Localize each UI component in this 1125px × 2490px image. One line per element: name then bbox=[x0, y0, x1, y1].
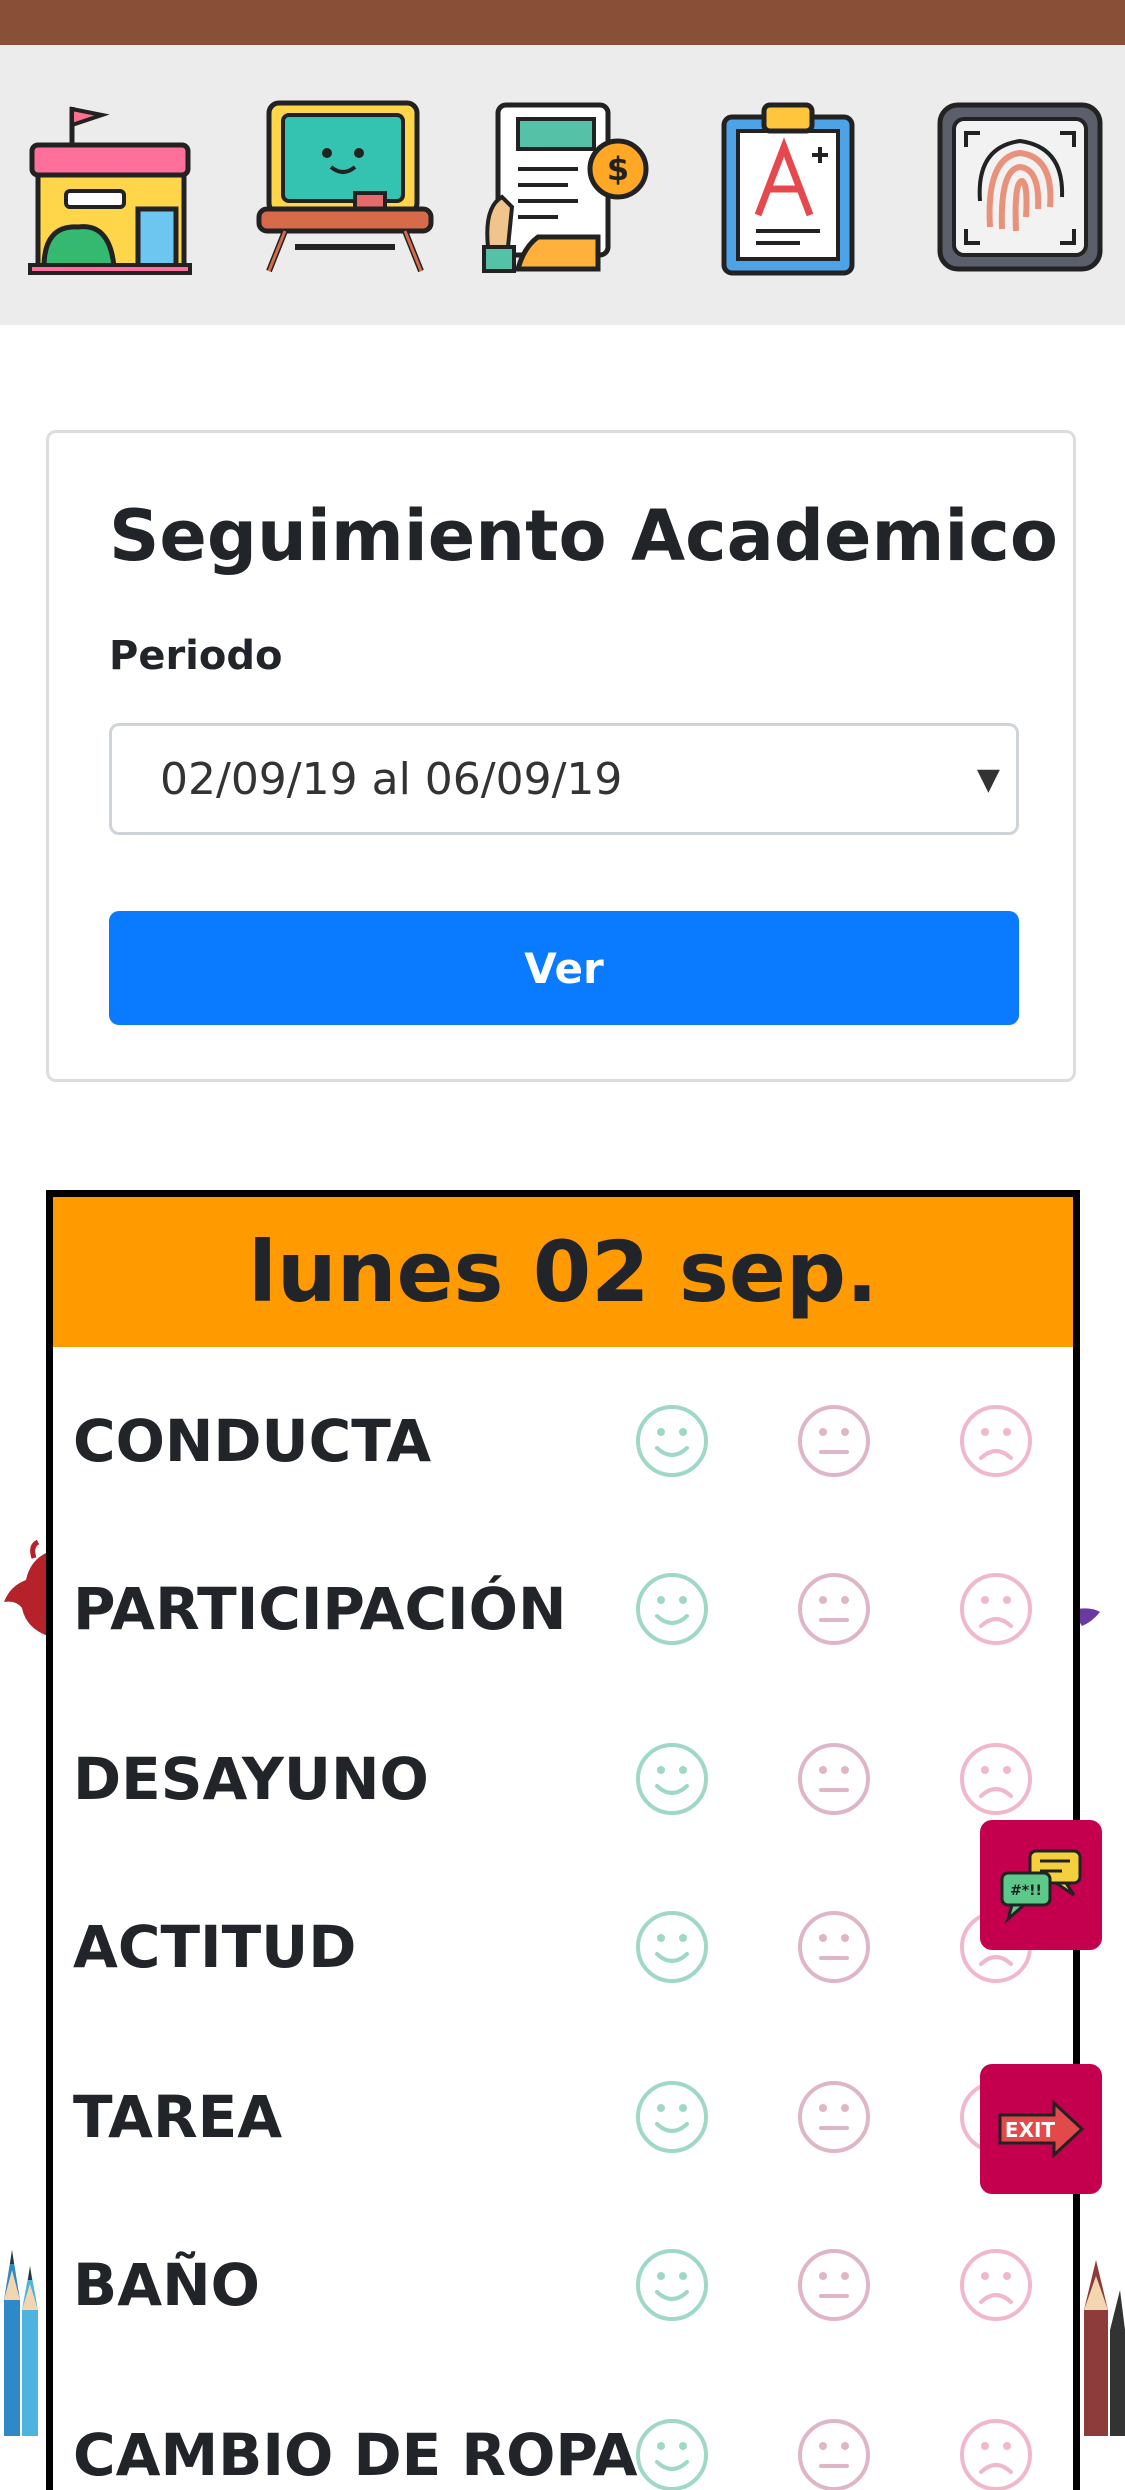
pencils-icon bbox=[1084, 2260, 1125, 2436]
grade-report-icon[interactable] bbox=[700, 97, 880, 277]
neutral-face-icon[interactable] bbox=[797, 1404, 871, 1478]
classroom-desk-icon[interactable] bbox=[255, 97, 435, 277]
svg-text:$: $ bbox=[607, 150, 629, 188]
svg-text:EXIT: EXIT bbox=[1005, 2118, 1056, 2142]
behavior-label: BAÑO bbox=[73, 2251, 260, 2319]
behavior-row: DESAYUNO bbox=[53, 1695, 1073, 1863]
behavior-label: PARTICIPACIÓN bbox=[73, 1575, 567, 1643]
neutral-face-icon[interactable] bbox=[797, 2418, 871, 2490]
fingerprint-icon[interactable] bbox=[930, 97, 1110, 277]
behavior-row: PARTICIPACIÓN bbox=[53, 1525, 1073, 1693]
behavior-label: DESAYUNO bbox=[73, 1745, 429, 1813]
behavior-row: BAÑO bbox=[53, 2201, 1073, 2369]
behavior-label: CONDUCTA bbox=[73, 1407, 432, 1475]
happy-face-icon[interactable] bbox=[635, 1572, 709, 1646]
icon-nav-bar: $ bbox=[0, 45, 1125, 325]
chat-bubbles-icon: #*!! bbox=[1000, 1849, 1082, 1924]
behavior-label: TAREA bbox=[73, 2083, 283, 2151]
happy-face-icon[interactable] bbox=[635, 1910, 709, 1984]
behavior-row: CONDUCTA bbox=[53, 1357, 1073, 1525]
sad-face-icon[interactable] bbox=[959, 1404, 1033, 1478]
pencils-icon bbox=[4, 2250, 38, 2436]
happy-face-icon[interactable] bbox=[635, 1742, 709, 1816]
chat-button[interactable]: #*!! bbox=[980, 1820, 1102, 1950]
paint-splash-icon bbox=[4, 1540, 48, 1636]
page-title: Seguimiento Academico bbox=[109, 495, 1058, 577]
day-report-panel: lunes 02 sep. CONDUCTA PARTICIPACIÓN DESAY… bbox=[46, 1190, 1080, 2490]
academic-tracking-card: Seguimiento Academico Periodo 02/09/19 a… bbox=[46, 430, 1076, 1082]
neutral-face-icon[interactable] bbox=[797, 1742, 871, 1816]
neutral-face-icon[interactable] bbox=[797, 2080, 871, 2154]
exit-sign-icon: EXIT bbox=[998, 2099, 1085, 2159]
behavior-row: TAREA bbox=[53, 2033, 1073, 2201]
day-header: lunes 02 sep. bbox=[53, 1197, 1073, 1347]
neutral-face-icon[interactable] bbox=[797, 1910, 871, 1984]
period-select[interactable]: 02/09/19 al 06/09/19 ▼ bbox=[109, 723, 1019, 835]
behavior-label: ACTITUD bbox=[73, 1913, 357, 1981]
sad-face-icon[interactable] bbox=[959, 2248, 1033, 2322]
neutral-face-icon[interactable] bbox=[797, 1572, 871, 1646]
behavior-row: ACTITUD bbox=[53, 1863, 1073, 2031]
view-button[interactable]: Ver bbox=[109, 911, 1019, 1025]
sad-face-icon[interactable] bbox=[959, 2418, 1033, 2490]
period-label: Periodo bbox=[109, 633, 283, 679]
happy-face-icon[interactable] bbox=[635, 2418, 709, 2490]
period-select-value: 02/09/19 al 06/09/19 bbox=[160, 754, 623, 805]
neutral-face-icon[interactable] bbox=[797, 2248, 871, 2322]
happy-face-icon[interactable] bbox=[635, 1404, 709, 1478]
top-bar bbox=[0, 0, 1125, 45]
happy-face-icon[interactable] bbox=[635, 2248, 709, 2322]
sad-face-icon[interactable] bbox=[959, 1742, 1033, 1816]
exit-button[interactable]: EXIT bbox=[980, 2064, 1102, 2194]
sad-face-icon[interactable] bbox=[959, 1572, 1033, 1646]
school-building-icon[interactable] bbox=[22, 97, 202, 277]
happy-face-icon[interactable] bbox=[635, 2080, 709, 2154]
chevron-down-icon: ▼ bbox=[976, 762, 1000, 797]
behavior-row: CAMBIO DE ROPA bbox=[53, 2371, 1073, 2490]
svg-text:#*!!: #*!! bbox=[1010, 1883, 1042, 1899]
behavior-label: CAMBIO DE ROPA bbox=[73, 2421, 638, 2489]
payment-invoice-icon[interactable]: $ bbox=[478, 97, 658, 277]
